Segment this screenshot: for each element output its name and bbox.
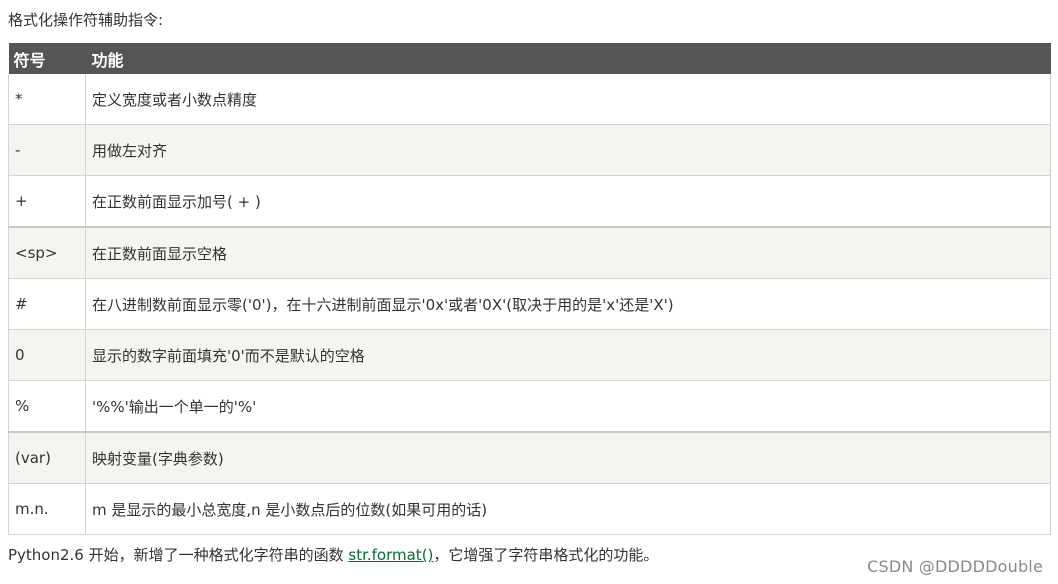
row-function: 在正数前面显示空格 <box>85 226 1051 279</box>
row-symbol: * <box>8 74 86 125</box>
footer-text-before: Python2.6 开始，新增了一种格式化字符串的函数 <box>8 546 349 564</box>
csdn-watermark: CSDN @DDDDDouble <box>867 557 1043 576</box>
header-symbol: 符号 <box>8 43 86 74</box>
row-symbol: - <box>8 124 86 176</box>
table-row: - 用做左对齐 <box>8 124 1051 176</box>
table-row: (var) 映射变量(字典参数) <box>8 431 1051 484</box>
row-symbol: # <box>8 278 86 330</box>
table-row: * 定义宽度或者小数点精度 <box>8 74 1051 125</box>
row-function: m 是显示的最小总宽度,n 是小数点后的位数(如果可用的话) <box>85 483 1051 535</box>
header-function: 功能 <box>85 43 1051 74</box>
row-function: 用做左对齐 <box>85 124 1051 176</box>
table-row: % '%%'输出一个单一的'%' <box>8 380 1051 433</box>
table-row: m.n. m 是显示的最小总宽度,n 是小数点后的位数(如果可用的话) <box>8 483 1051 535</box>
str-format-link[interactable]: str.format() <box>348 546 433 564</box>
row-function: '%%'输出一个单一的'%' <box>85 380 1051 433</box>
table-row: 0 显示的数字前面填充'0'而不是默认的空格 <box>8 329 1051 381</box>
footer-paragraph: Python2.6 开始，新增了一种格式化字符串的函数 str.format()… <box>8 545 658 565</box>
row-symbol: m.n. <box>8 483 86 535</box>
intro-text: 格式化操作符辅助指令: <box>8 11 164 29</box>
row-function: 定义宽度或者小数点精度 <box>85 74 1051 125</box>
row-function: 映射变量(字典参数) <box>85 431 1051 484</box>
table-row: <sp> 在正数前面显示空格 <box>8 226 1051 279</box>
row-function: 在八进制数前面显示零('0')，在十六进制前面显示'0x'或者'0X'(取决于用… <box>85 278 1051 330</box>
row-symbol: 0 <box>8 329 86 381</box>
row-symbol: % <box>8 380 86 433</box>
table-row: + 在正数前面显示加号( + ) <box>8 175 1051 228</box>
row-symbol: + <box>8 175 86 228</box>
footer-text-after: ，它增强了字符串格式化的功能。 <box>433 546 659 564</box>
row-function: 在正数前面显示加号( + ) <box>85 175 1051 228</box>
table-header-row: 符号 功能 <box>8 43 1051 74</box>
row-symbol: (var) <box>8 431 86 484</box>
table-row: # 在八进制数前面显示零('0')，在十六进制前面显示'0x'或者'0X'(取决… <box>8 278 1051 330</box>
row-function: 显示的数字前面填充'0'而不是默认的空格 <box>85 329 1051 381</box>
row-symbol: <sp> <box>8 226 86 279</box>
format-operator-table: 符号 功能 * 定义宽度或者小数点精度 - 用做左对齐 + 在正数前面显示加号(… <box>8 43 1051 535</box>
